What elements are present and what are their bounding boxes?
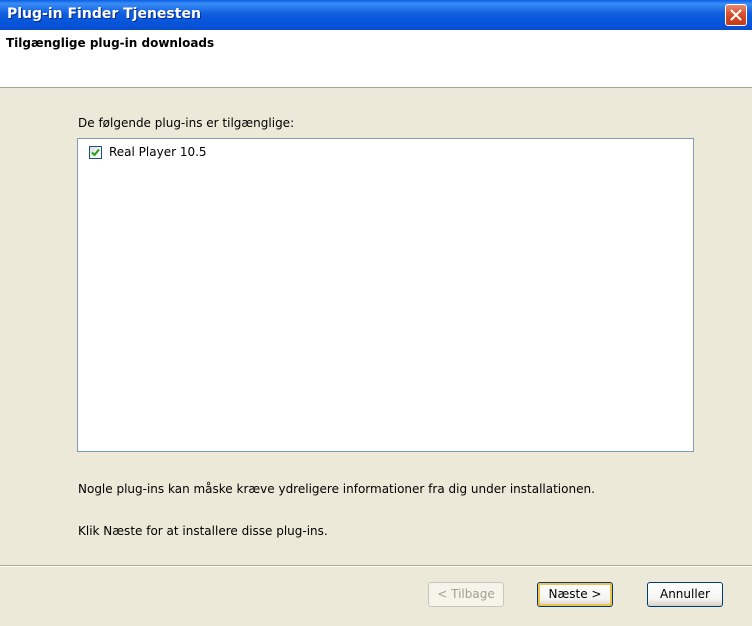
window-title: Plug-in Finder Tjenesten xyxy=(7,6,201,22)
info-note: Nogle plug-ins kan måske kræve ydreliger… xyxy=(78,482,595,496)
title-bar[interactable]: Plug-in Finder Tjenesten xyxy=(0,0,752,30)
page-title: Tilgænglige plug-in downloads xyxy=(6,36,215,50)
next-button[interactable]: Næste > xyxy=(537,582,613,607)
close-icon xyxy=(730,9,742,21)
plugin-label: Real Player 10.5 xyxy=(109,145,207,159)
plugin-list[interactable]: Real Player 10.5 xyxy=(77,138,694,452)
cancel-button[interactable]: Annuller xyxy=(647,582,723,607)
footer-separator xyxy=(0,565,752,567)
close-button[interactable] xyxy=(725,4,747,26)
back-button[interactable]: < Tilbage xyxy=(428,582,504,607)
next-instruction: Klik Næste for at installere disse plug-… xyxy=(78,524,328,538)
plugins-intro-text: De følgende plug-ins er tilgænglige: xyxy=(78,116,295,130)
plugin-checkbox[interactable] xyxy=(89,146,102,159)
checkmark-icon xyxy=(91,148,100,157)
